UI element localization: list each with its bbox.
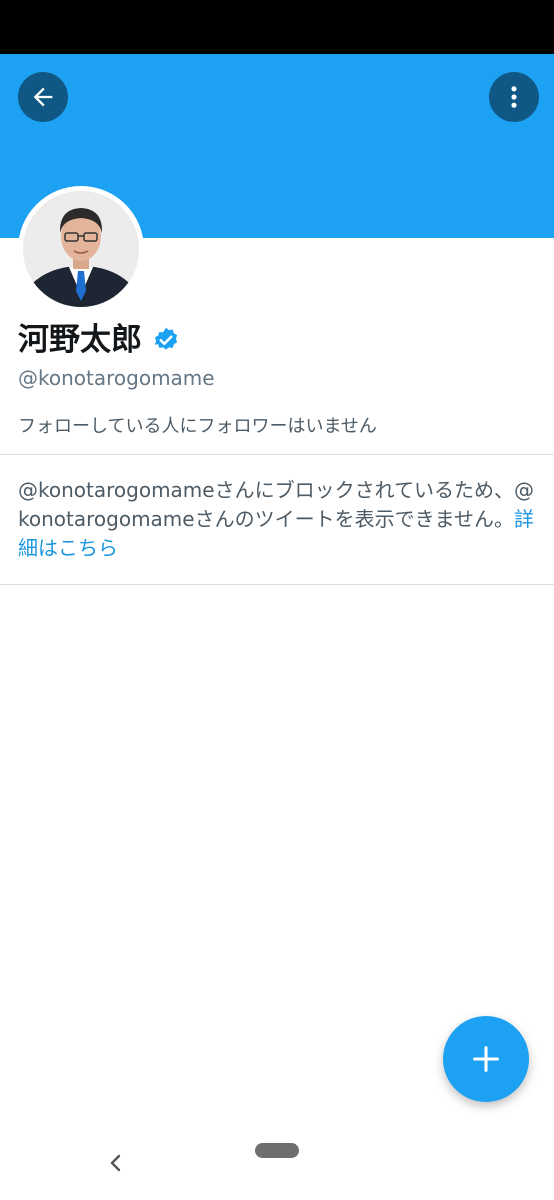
divider <box>0 584 554 585</box>
plus-icon <box>473 1046 499 1072</box>
back-button[interactable] <box>18 72 68 122</box>
more-options-button[interactable] <box>489 72 539 122</box>
more-vertical-icon <box>511 86 517 108</box>
chevron-left-icon <box>110 1154 121 1172</box>
divider <box>0 454 554 455</box>
blocked-message: @konotarogomameさんにブロックされているため、@konotarog… <box>18 478 534 531</box>
compose-tweet-button[interactable] <box>443 1016 529 1102</box>
blocked-notice: @konotarogomameさんにブロックされているため、@konotarog… <box>18 476 538 563</box>
avatar[interactable] <box>23 191 139 307</box>
home-pill-icon[interactable] <box>255 1143 299 1158</box>
arrow-left-icon <box>33 87 53 107</box>
nav-back-button[interactable] <box>104 1150 126 1176</box>
verified-badge-icon <box>152 326 180 354</box>
status-bar <box>0 0 554 54</box>
profile-name-row: 河野太郎 <box>18 318 180 362</box>
profile-handle: @konotarogomame <box>18 366 215 390</box>
follow-note: フォローしている人にフォロワーはいません <box>18 416 377 437</box>
profile-name: 河野太郎 <box>18 322 142 358</box>
